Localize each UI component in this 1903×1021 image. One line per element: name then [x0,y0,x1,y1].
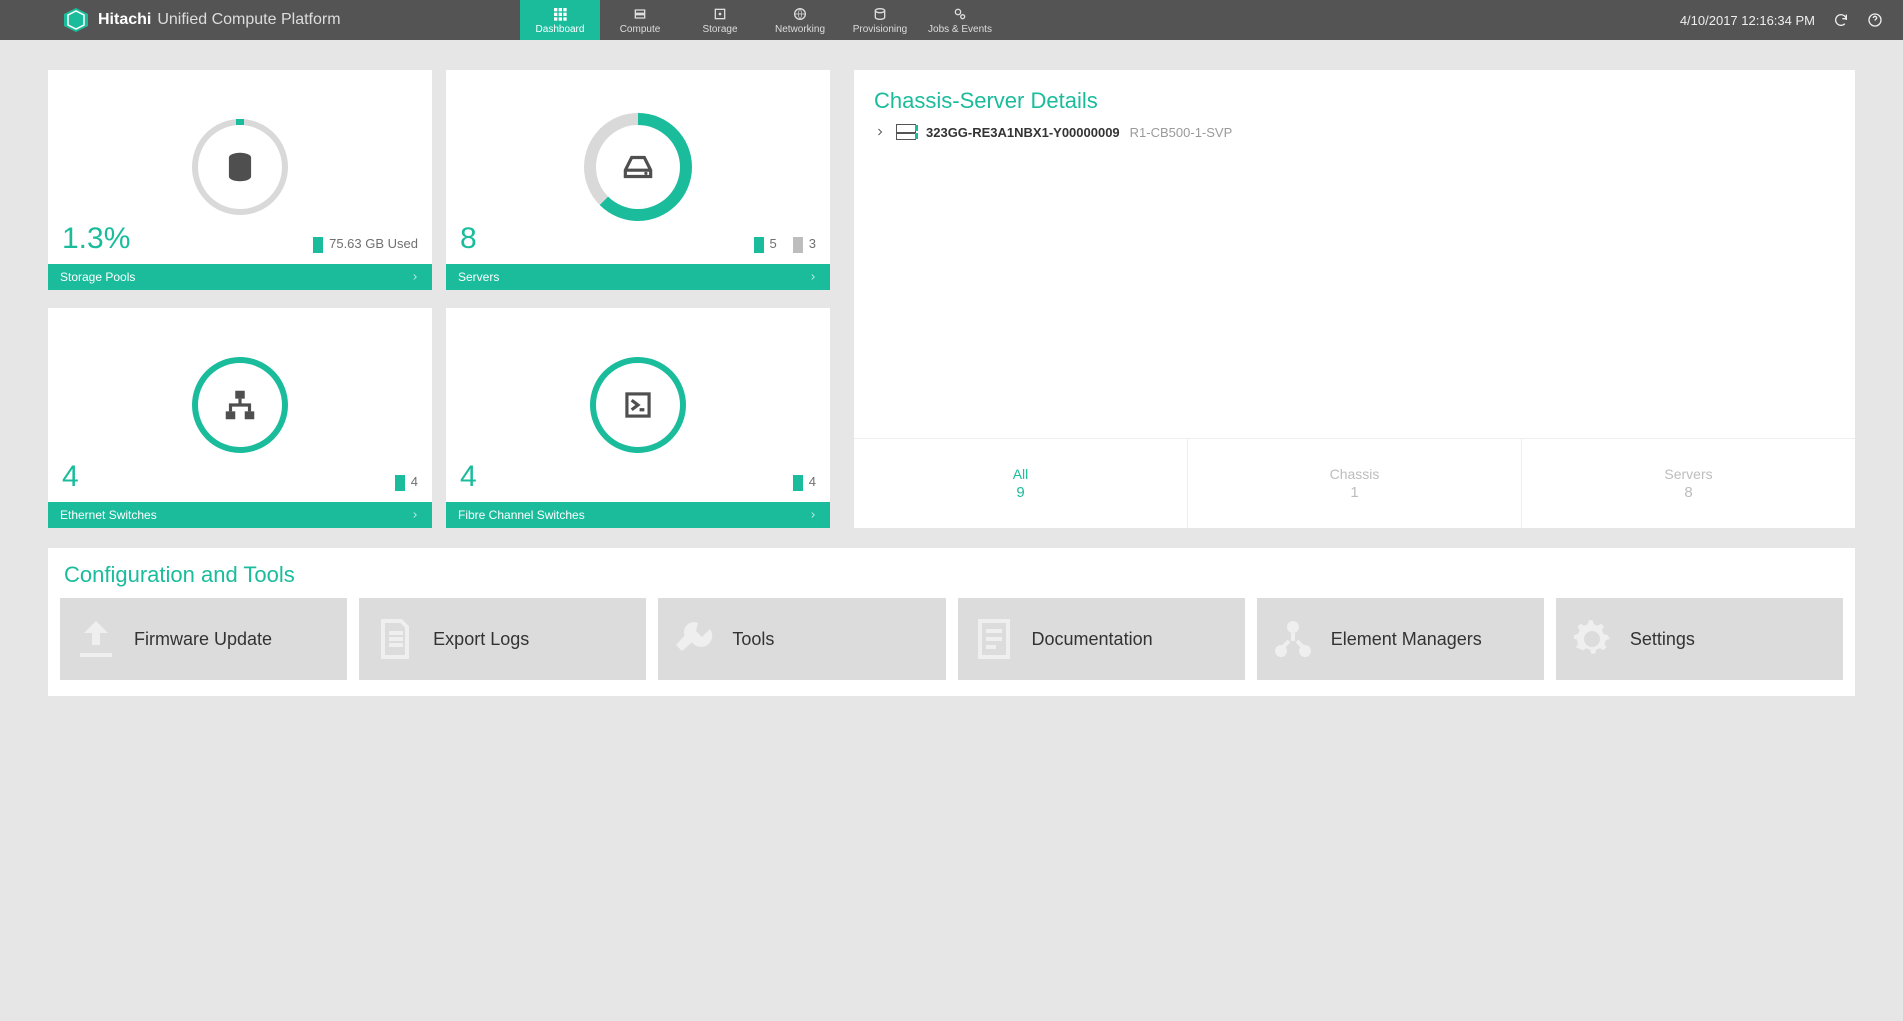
help-icon[interactable] [1867,12,1883,28]
chassis-server-details: Chassis-Server Details 323GG-RE3A1NBX1-Y… [854,70,1855,528]
tool-label: Settings [1630,629,1695,650]
tab-count: 9 [1016,484,1024,501]
nav-label: Compute [620,24,661,35]
card-ethernet-link[interactable]: Ethernet Switches [48,502,432,528]
nav-dashboard[interactable]: Dashboard [520,0,600,40]
refresh-icon[interactable] [1833,12,1849,28]
tool-element-managers[interactable]: Element Managers [1257,598,1544,680]
card-title: Servers [458,270,499,284]
tool-firmware-update[interactable]: Firmware Update [60,598,347,680]
chassis-tab-all[interactable]: All 9 [854,439,1187,528]
nav-label: Provisioning [853,24,907,35]
servers-ok: 5 [770,236,777,251]
chassis-sub: R1-CB500-1-SVP [1130,125,1233,140]
tab-count: 1 [1350,484,1358,501]
tool-documentation[interactable]: Documentation [958,598,1245,680]
chassis-tab-chassis[interactable]: Chassis 1 [1187,439,1521,528]
tool-label: Element Managers [1331,629,1482,650]
tool-label: Documentation [1032,629,1153,650]
chevron-right-icon [410,272,420,282]
chassis-tabs: All 9 Chassis 1 Servers 8 [854,438,1855,528]
card-fc-switches: 4 4 Fibre Channel Switches [446,308,830,528]
stack-icon [872,6,888,22]
nav-label: Jobs & Events [928,24,992,35]
configuration-and-tools: Configuration and Tools Firmware Update … [48,548,1855,696]
tools-title: Configuration and Tools [60,562,1843,598]
fc-ring-icon [590,357,686,453]
chevron-right-icon [410,510,420,520]
doc-lines-icon [970,615,1018,663]
fc-ok: 4 [809,474,816,489]
nav-storage[interactable]: Storage [680,0,760,40]
main-nav: Dashboard Compute Storage Networking Pro… [520,0,1000,40]
app-header: Hitachi Unified Compute Platform Dashboa… [0,0,1903,40]
fc-count: 4 [460,460,477,494]
tool-settings[interactable]: Settings [1556,598,1843,680]
storage-icon [712,6,728,22]
chevron-right-icon[interactable] [874,126,886,138]
brand-bold: Hitachi [98,11,151,29]
servers-count: 8 [460,222,477,256]
servers-warn: 3 [809,236,816,251]
chassis-id: 323GG-RE3A1NBX1-Y00000009 [926,125,1120,140]
card-fc-link[interactable]: Fibre Channel Switches [446,502,830,528]
chevron-right-icon [808,510,818,520]
tool-tools[interactable]: Tools [658,598,945,680]
tool-label: Export Logs [433,629,529,650]
card-storage-link[interactable]: Storage Pools [48,264,432,290]
ethernet-ring-icon [192,357,288,453]
nav-networking[interactable]: Networking [760,0,840,40]
chevron-right-icon [808,272,818,282]
nav-jobs-events[interactable]: Jobs & Events [920,0,1000,40]
header-datetime: 4/10/2017 12:16:34 PM [1680,13,1815,28]
upload-icon [72,615,120,663]
tab-count: 8 [1684,484,1692,501]
storage-used: 75.63 GB Used [329,236,418,251]
tool-label: Tools [732,629,774,650]
chassis-tab-servers[interactable]: Servers 8 [1521,439,1855,528]
eth-ok: 4 [411,474,418,489]
chassis-title: Chassis-Server Details [854,70,1855,120]
nav-compute[interactable]: Compute [600,0,680,40]
globe-icon [792,6,808,22]
card-title: Ethernet Switches [60,508,157,522]
chassis-row[interactable]: 323GG-RE3A1NBX1-Y00000009 R1-CB500-1-SVP [854,120,1855,144]
nav-label: Storage [702,24,737,35]
nodes-icon [1269,615,1317,663]
card-servers-link[interactable]: Servers [446,264,830,290]
wrench-icon [670,615,718,663]
document-icon [371,615,419,663]
storage-pct: 1.3% [62,222,130,256]
server-icon [632,6,648,22]
gears-icon [952,6,968,22]
brand-icon [64,8,88,32]
card-title: Fibre Channel Switches [458,508,585,522]
card-servers: 8 5 3 Servers [446,70,830,290]
brand: Hitachi Unified Compute Platform [0,0,341,40]
chassis-icon [896,124,916,140]
tab-label: Chassis [1330,466,1380,482]
tab-label: Servers [1664,466,1712,482]
gear-icon [1568,615,1616,663]
servers-ring-icon [590,119,686,215]
card-title: Storage Pools [60,270,135,284]
brand-rest: Unified Compute Platform [157,11,340,29]
tool-label: Firmware Update [134,629,272,650]
storage-ring-icon [192,119,288,215]
nav-label: Networking [775,24,825,35]
card-ethernet-switches: 4 4 Ethernet Switches [48,308,432,528]
tab-label: All [1013,466,1029,482]
eth-count: 4 [62,460,79,494]
nav-provisioning[interactable]: Provisioning [840,0,920,40]
nav-label: Dashboard [536,24,585,35]
card-storage-pools: 1.3% 75.63 GB Used Storage Pools [48,70,432,290]
summary-cards: 1.3% 75.63 GB Used Storage Pools [48,70,830,528]
tool-export-logs[interactable]: Export Logs [359,598,646,680]
grid-icon [552,6,568,22]
